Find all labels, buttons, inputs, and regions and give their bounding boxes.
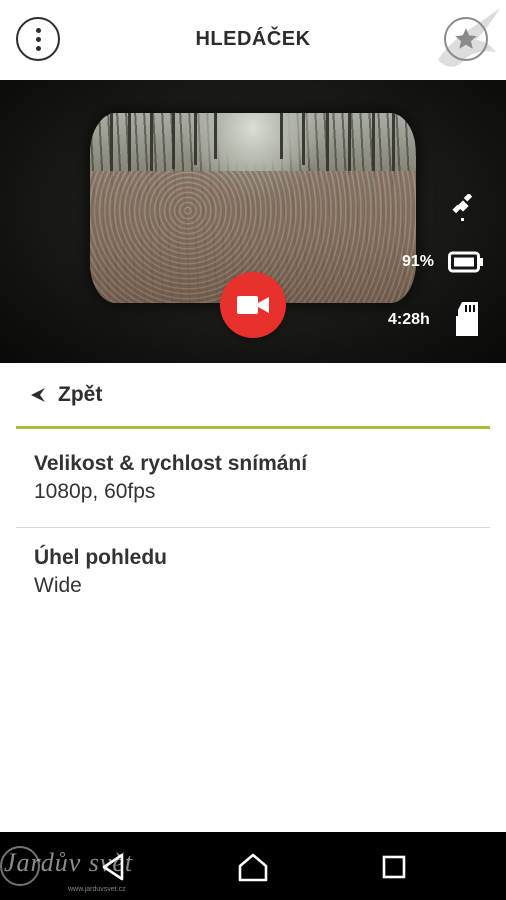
tree-trunk <box>194 113 197 165</box>
tree-trunk <box>348 113 351 175</box>
tree-trunk <box>128 113 131 173</box>
tree-trunk <box>372 113 375 179</box>
star-icon <box>455 28 477 49</box>
remaining-time: 4:28h <box>388 311 430 328</box>
setting-name: Úhel pohledu <box>34 546 167 569</box>
video-camera-icon <box>237 296 269 314</box>
sd-card-icon <box>456 302 478 336</box>
tree-trunk <box>150 113 153 177</box>
square-recents-icon <box>382 855 406 879</box>
setting-value: 1080p, 60fps <box>34 480 156 503</box>
tree-trunk <box>172 113 175 169</box>
tree-trunk <box>302 113 305 165</box>
back-label: Zpět <box>58 382 103 406</box>
record-button[interactable] <box>220 272 286 338</box>
satellite-icon <box>452 194 473 221</box>
tree-trunk <box>326 113 329 171</box>
app-root: HLEDÁČEK 91% 4:28h Zpět Velikost & rychl… <box>0 0 506 900</box>
back-row[interactable]: Zpět <box>16 363 490 429</box>
back-arrow-icon <box>31 387 45 402</box>
app-header: HLEDÁČEK <box>0 0 506 80</box>
setting-name: Velikost & rychlost snímání <box>34 452 308 475</box>
favorite-button[interactable] <box>444 17 488 61</box>
tree-trunk <box>280 113 283 159</box>
watermark-text: Jardův svět <box>4 848 134 877</box>
setting-field-of-view[interactable]: Úhel pohledu Wide <box>16 528 490 624</box>
setting-value: Wide <box>34 574 82 597</box>
home-icon <box>238 853 268 882</box>
nav-recents-button[interactable] <box>376 849 412 885</box>
camera-viewfinder[interactable]: 91% 4:28h <box>0 80 506 363</box>
tree-trunk <box>214 113 217 159</box>
nav-home-button[interactable] <box>235 849 271 885</box>
watermark-url: www.jarduvsvet.cz <box>68 886 126 893</box>
battery-icon <box>448 251 483 273</box>
setting-resolution-framerate[interactable]: Velikost & rychlost snímání 1080p, 60fps <box>16 432 490 528</box>
battery-percent: 91% <box>402 253 435 270</box>
